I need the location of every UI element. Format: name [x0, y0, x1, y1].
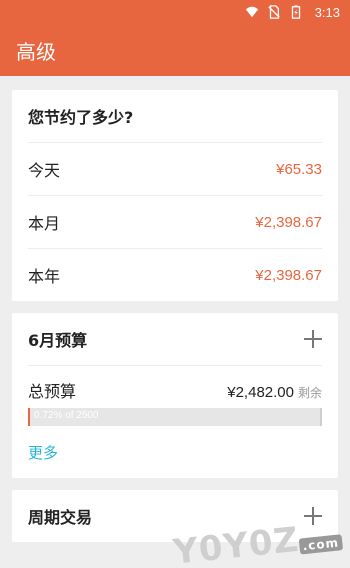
savings-row-label: 今天	[28, 161, 61, 180]
savings-row-amount: ¥65.33	[276, 160, 322, 178]
status-bar: 3:13	[0, 0, 350, 24]
savings-row-amount: ¥2,398.67	[255, 213, 322, 231]
savings-row-label: 本年	[28, 267, 61, 286]
total-budget-label: 总预算	[28, 382, 77, 401]
app-bar: 高级	[0, 24, 350, 76]
add-budget-icon[interactable]	[304, 330, 322, 348]
total-budget[interactable]: 总预算 ¥2,482.00 剩余 0.72% of 2500	[28, 365, 322, 426]
budget-header: 6月预算	[28, 313, 322, 365]
budget-card: 6月预算 总预算 ¥2,482.00 剩余 0.72% of 2500 更多	[12, 313, 338, 478]
savings-row-month[interactable]: 本月 ¥2,398.67	[28, 195, 322, 248]
savings-row-amount: ¥2,398.67	[255, 266, 322, 284]
more-link[interactable]: 更多	[28, 426, 322, 478]
savings-row-today[interactable]: 今天 ¥65.33	[28, 142, 322, 195]
budget-title: 6月预算	[28, 331, 88, 350]
remaining-label: 剩余	[297, 386, 322, 400]
savings-row-year[interactable]: 本年 ¥2,398.67	[28, 248, 322, 301]
budget-progress-bar: 0.72% of 2500	[28, 408, 322, 426]
total-budget-value: ¥2,482.00	[227, 384, 294, 401]
savings-card: 您节约了多少? 今天 ¥65.33 本月 ¥2,398.67 本年 ¥2,398…	[12, 90, 338, 301]
savings-title: 您节约了多少?	[28, 108, 134, 127]
savings-row-label: 本月	[28, 214, 61, 233]
no-sim-icon	[267, 5, 280, 19]
content: 您节约了多少? 今天 ¥65.33 本月 ¥2,398.67 本年 ¥2,398…	[0, 76, 350, 542]
status-time: 3:13	[314, 4, 340, 20]
periodic-title: 周期交易	[28, 508, 93, 527]
page-title: 高级	[16, 39, 56, 64]
wifi-icon	[245, 6, 258, 18]
battery-icon	[291, 5, 300, 19]
watermark-suffix: .com	[299, 534, 344, 555]
budget-progress-fill	[28, 408, 31, 426]
budget-progress-label: 0.72% of 2500	[34, 410, 99, 421]
